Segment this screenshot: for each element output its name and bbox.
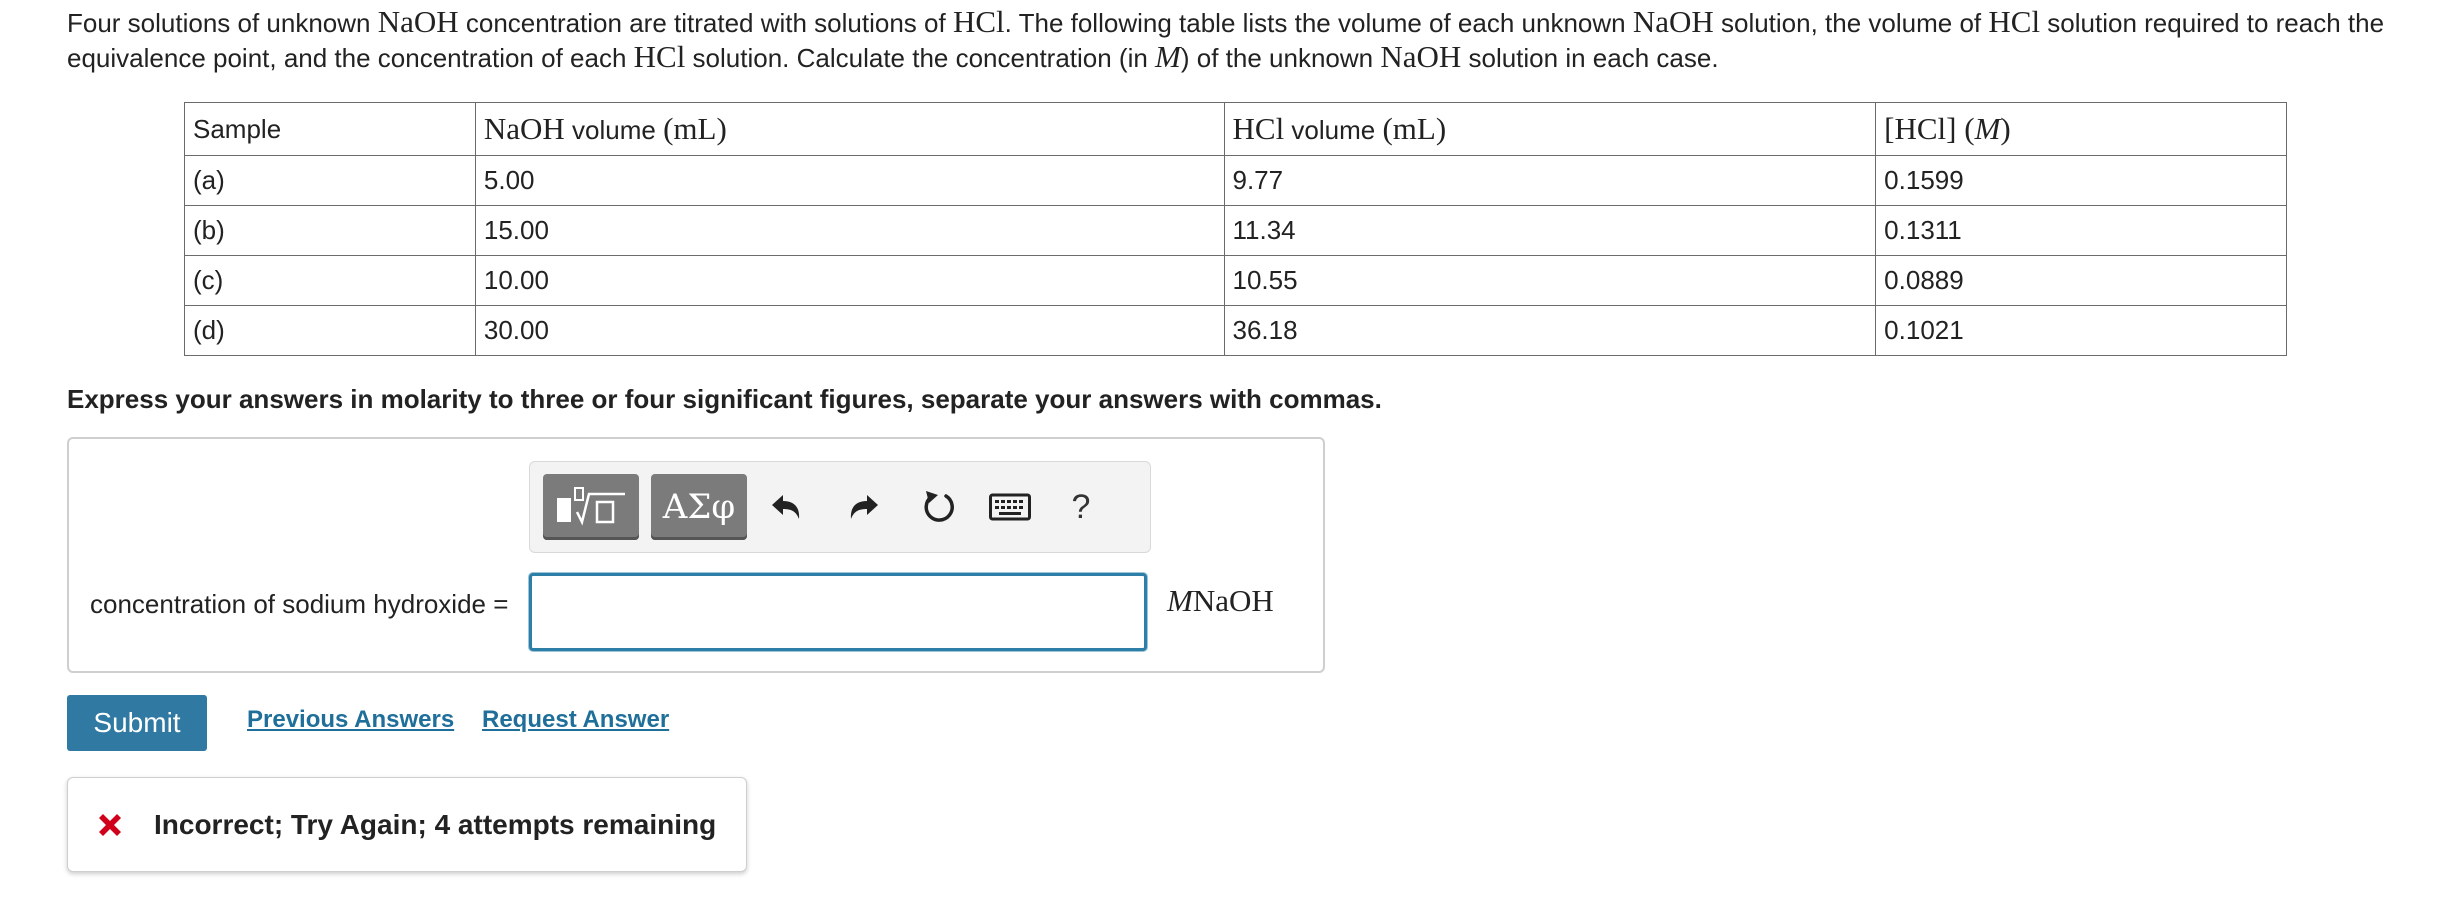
table-row: (c) 10.00 10.55 0.0889: [184, 255, 2287, 306]
math-naoh: NaOH: [377, 4, 459, 39]
prompt-text: concentration are titrated with solution…: [458, 8, 953, 38]
feedback-text: Incorrect; Try Again; 4 attempts remaini…: [154, 808, 717, 840]
cell-hcl-volume: 36.18: [1223, 305, 1877, 356]
greek-letters-icon: ΑΣφ: [662, 487, 736, 527]
math-hcl: HCl: [1988, 4, 2041, 39]
header-unit: (mL): [663, 111, 727, 146]
unit-naoh: NaOH: [1192, 583, 1274, 618]
cell-hcl-concentration: 0.1021: [1875, 305, 2287, 356]
prompt-text: solution, the volume of: [1713, 8, 1989, 38]
math-hcl: HCl: [633, 39, 686, 74]
keyboard-button[interactable]: [987, 484, 1033, 530]
previous-answers-link[interactable]: Previous Answers: [247, 706, 454, 734]
cell-naoh-volume: 15.00: [474, 205, 1225, 256]
prompt-text: ) of the unknown: [1180, 43, 1381, 73]
help-icon: ?: [1071, 487, 1091, 526]
cell-hcl-concentration: 0.1599: [1875, 155, 2287, 206]
cell-naoh-volume: 30.00: [474, 305, 1225, 356]
math-naoh: NaOH: [1380, 39, 1462, 74]
x-mark-icon: [99, 813, 121, 836]
header-unit: (mL): [1382, 111, 1447, 146]
cell-naoh-volume: 5.00: [474, 155, 1225, 206]
redo-button[interactable]: [841, 484, 887, 530]
cell-sample: (b): [184, 205, 476, 256]
answer-area: ΑΣφ ? concentration of sodium hydroxide …: [67, 437, 1325, 673]
header-math: NaOH: [483, 111, 565, 146]
cell-sample: (a): [184, 155, 476, 206]
header-math: HCl: [1232, 111, 1285, 146]
submit-button[interactable]: Submit: [67, 695, 207, 751]
cell-hcl-volume: 9.77: [1223, 155, 1877, 206]
header-hcl-concentration: [HCl] (M): [1875, 102, 2287, 156]
answer-unit: MNaOH: [1167, 583, 1274, 619]
answer-instructions: Express your answers in molarity to thre…: [67, 384, 1382, 414]
math-molarity: M: [1155, 39, 1181, 74]
reset-button[interactable]: [917, 484, 963, 530]
keyboard-icon: [989, 493, 1031, 521]
header-unit: M: [1974, 111, 2001, 146]
templates-icon: [557, 487, 625, 526]
table-row: (a) 5.00 9.77 0.1599: [184, 155, 2287, 206]
header-naoh-volume: NaOH volume (mL): [474, 102, 1225, 156]
header-paren: (: [1956, 111, 1975, 146]
header-text: volume: [564, 115, 664, 145]
answer-input[interactable]: [529, 573, 1147, 651]
header-text: volume: [1284, 115, 1383, 145]
math-hcl: HCl: [952, 4, 1005, 39]
undo-button[interactable]: [763, 484, 809, 530]
redo-icon: [850, 495, 878, 519]
cell-hcl-volume: 11.34: [1223, 205, 1877, 256]
request-answer-link[interactable]: Request Answer: [482, 706, 669, 734]
cell-hcl-concentration: 0.0889: [1875, 255, 2287, 306]
cell-naoh-volume: 10.00: [474, 255, 1225, 306]
header-sample: Sample: [184, 102, 476, 156]
header-paren: ): [2000, 111, 2011, 146]
answer-label: concentration of sodium hydroxide =: [90, 589, 509, 619]
reset-icon: [924, 491, 954, 522]
table-row: (d) 30.00 36.18 0.1021: [184, 305, 2287, 356]
cell-hcl-concentration: 0.1311: [1875, 205, 2287, 256]
prompt-text: solution. Calculate the concentration (i…: [685, 43, 1156, 73]
feedback-message: Incorrect; Try Again; 4 attempts remaini…: [67, 777, 747, 872]
math-naoh: NaOH: [1632, 4, 1714, 39]
greek-letters-button[interactable]: ΑΣφ: [651, 474, 747, 540]
undo-icon: [772, 495, 800, 519]
prompt-text: Four solutions of unknown: [67, 8, 378, 38]
prompt-text: solution in each case.: [1461, 43, 1719, 73]
cell-sample: (c): [184, 255, 476, 306]
templates-button[interactable]: [543, 474, 639, 540]
help-button[interactable]: ?: [1058, 484, 1104, 530]
math-toolbar: ΑΣφ ?: [529, 461, 1151, 553]
unit-molarity: M: [1167, 583, 1193, 618]
header-math: [HCl]: [1884, 111, 1957, 146]
titration-table: Sample NaOH volume (mL) HCl volume (mL) …: [184, 102, 2287, 356]
cell-sample: (d): [184, 305, 476, 356]
header-hcl-volume: HCl volume (mL): [1223, 102, 1877, 156]
prompt-text: . The following table lists the volume o…: [1004, 8, 1633, 38]
question-prompt: Four solutions of unknown NaOH concentra…: [67, 5, 2397, 75]
table-header-row: Sample NaOH volume (mL) HCl volume (mL) …: [184, 102, 2287, 156]
table-row: (b) 15.00 11.34 0.1311: [184, 205, 2287, 256]
cell-hcl-volume: 10.55: [1223, 255, 1877, 306]
